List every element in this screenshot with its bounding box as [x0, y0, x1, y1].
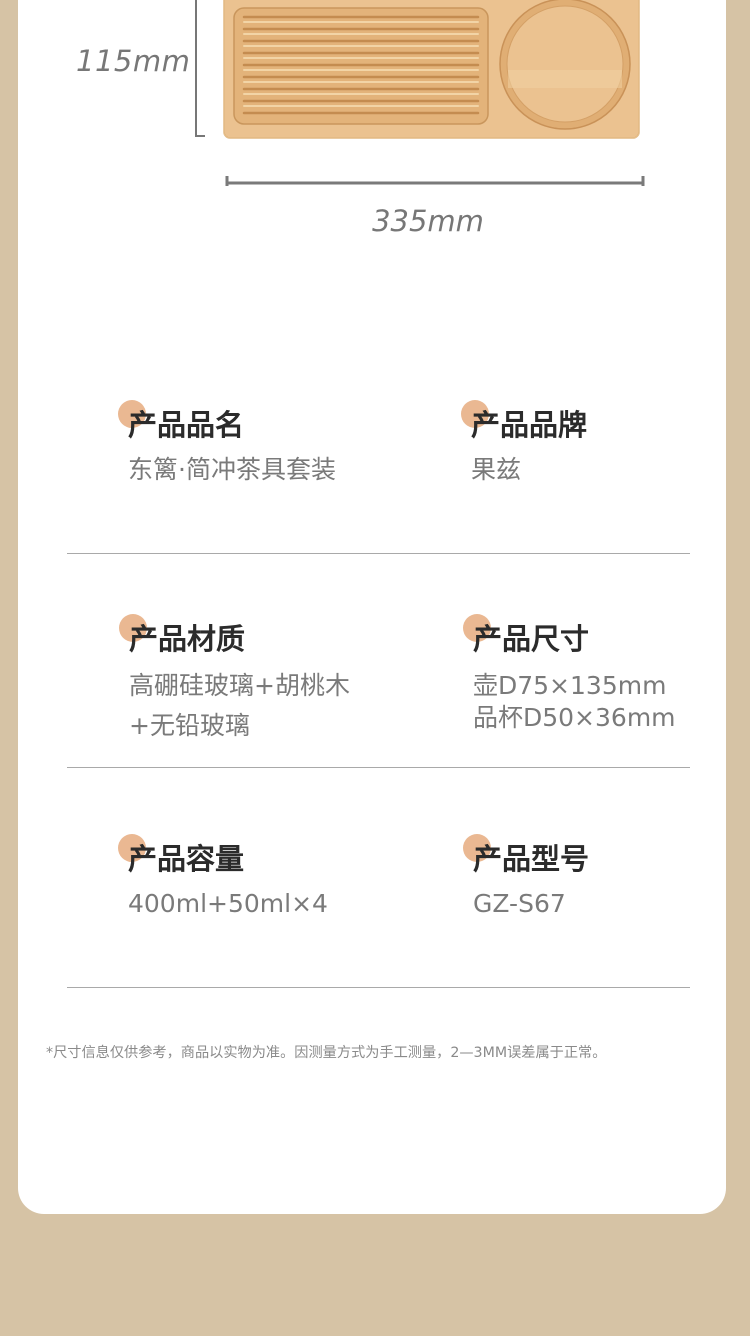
spec-value: 400ml+50ml×4 [128, 889, 328, 918]
spec-value: 壶D75×135mm 品杯D50×36mm [473, 671, 676, 732]
spec-value: GZ-S67 [473, 889, 566, 918]
width-label: 335mm [372, 204, 484, 238]
height-label: 115mm [76, 44, 191, 78]
spec-label: 产品品牌 [471, 408, 588, 442]
product-spec-card: 115mm 335mm 产品品名 东篱·简冲茶具套装 产品品牌 果兹 产品材质 … [18, 0, 726, 1214]
spec-label: 产品材质 [129, 622, 246, 656]
spec-label: 产品尺寸 [473, 622, 590, 656]
tray-illustration [195, 0, 645, 186]
spec-label: 产品品名 [128, 408, 245, 442]
row-divider [67, 553, 690, 554]
spec-value: 果兹 [471, 455, 522, 484]
footnote-disclaimer: *尺寸信息仅供参考，商品以实物为准。因测量方式为手工测量，2—3MM误差属于正常… [46, 1045, 607, 1061]
row-divider [67, 987, 690, 988]
spec-label: 产品容量 [128, 842, 245, 876]
spec-label: 产品型号 [473, 842, 590, 876]
spec-value: 东篱·简冲茶具套装 [128, 455, 336, 484]
row-divider [67, 767, 690, 768]
spec-value: 高硼硅玻璃+胡桃木 +无铅玻璃 [129, 671, 350, 740]
